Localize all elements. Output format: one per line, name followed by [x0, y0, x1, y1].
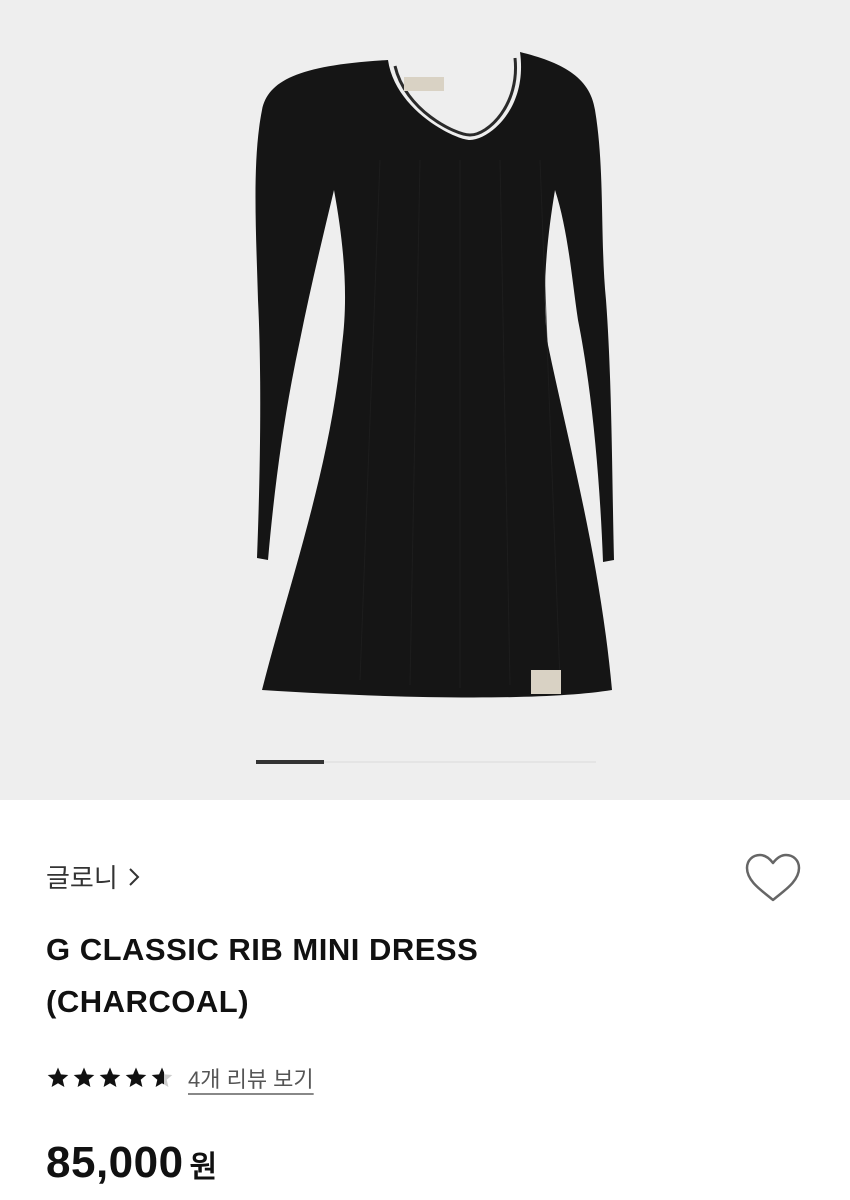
product-title-line2: (CHARCOAL) [46, 984, 250, 1019]
wishlist-button[interactable] [744, 852, 802, 904]
product-title-line1: G CLASSIC RIB MINI DRESS [46, 932, 479, 967]
review-link[interactable]: 4개 리뷰 보기 [188, 1062, 314, 1094]
brand-link[interactable]: 글로니 [46, 858, 140, 895]
star-icon [47, 1067, 69, 1087]
product-image [0, 0, 850, 800]
price-row: 85,000 원 [46, 1138, 217, 1188]
rating-stars [46, 1066, 174, 1090]
star-icon [99, 1067, 121, 1087]
star-icon [125, 1067, 147, 1087]
star-icon [73, 1067, 95, 1087]
star-icon [151, 1067, 173, 1087]
rating-row: 4개 리뷰 보기 [46, 1062, 314, 1094]
brand-name: 글로니 [46, 863, 118, 893]
pager-active-indicator [256, 760, 324, 764]
price-currency: 원 [189, 1151, 218, 1184]
chevron-right-icon [129, 867, 140, 886]
image-pager [256, 760, 596, 764]
product-title: G CLASSIC RIB MINI DRESS (CHARCOAL) [46, 924, 686, 1028]
hem-label [531, 670, 561, 694]
pager-track [324, 761, 596, 763]
product-image-gallery[interactable] [0, 0, 850, 800]
heart-outline-icon [745, 853, 801, 902]
price-value: 85,000 [46, 1138, 184, 1187]
neck-label [404, 77, 444, 91]
